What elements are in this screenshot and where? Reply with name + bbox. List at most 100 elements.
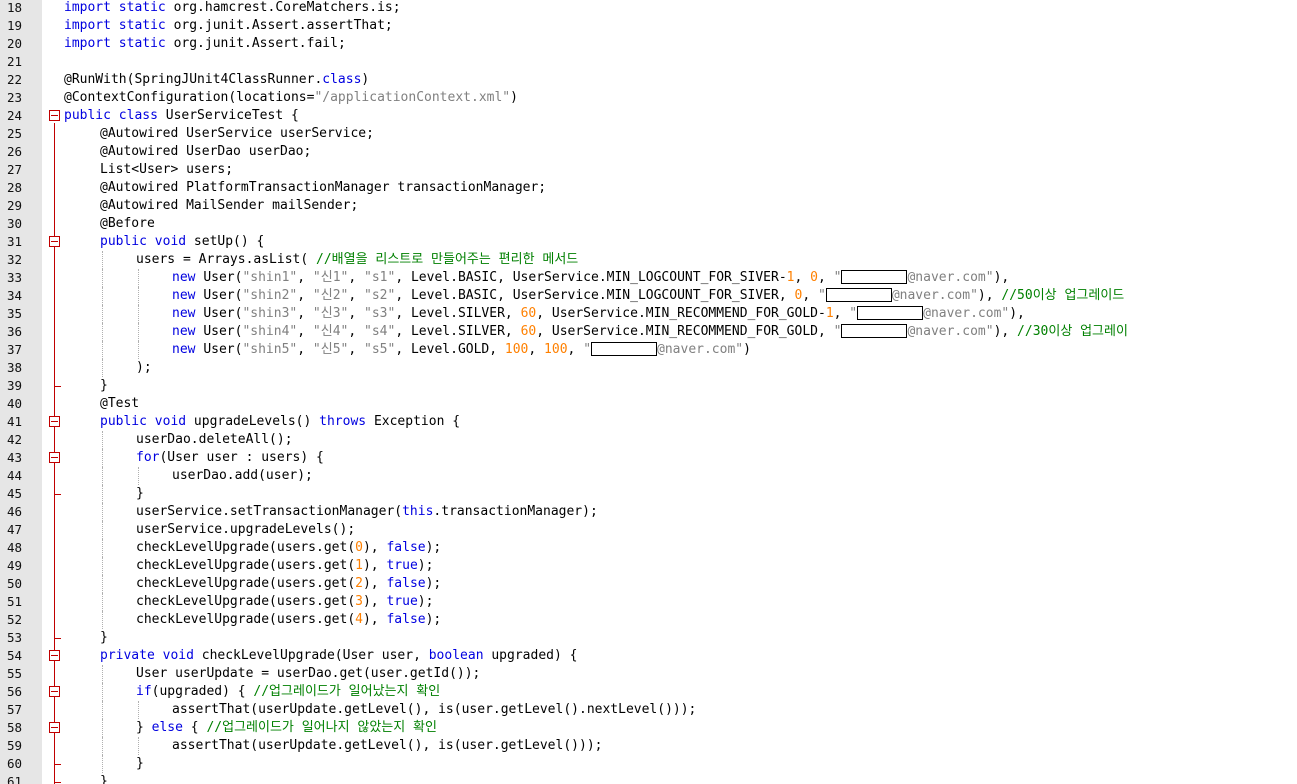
code-line[interactable]: 60} — [0, 755, 1297, 773]
code-line[interactable]: 59 assertThat(userUpdate.getLevel(), is(u… — [0, 737, 1297, 755]
code-token: setUp() { — [193, 234, 265, 249]
indent-guide — [102, 269, 103, 287]
fold-toggle-icon[interactable] — [49, 650, 60, 661]
fold-toggle-icon[interactable] — [49, 236, 60, 247]
redacted-box — [591, 342, 658, 356]
code-line[interactable]: 46 userService.setTransactionManager(this… — [0, 503, 1297, 521]
code-token: User( — [203, 306, 243, 321]
code-token: 2 — [355, 576, 363, 591]
code-line[interactable]: 31 public void setUp() { — [0, 233, 1297, 251]
code-line[interactable]: 37 new User("shin5", "신5", "s5", Level.GO… — [0, 341, 1297, 359]
code-token: checkLevelUpgrade(users.get( — [136, 576, 356, 591]
line-number: 21 — [6, 54, 22, 69]
code-line[interactable]: 23 @ContextConfiguration(locations="/appl… — [0, 89, 1297, 107]
code-token: "/applicationContext.xml" — [314, 90, 511, 105]
code-editor[interactable]: 18 import static org.hamcrest.CoreMatcher… — [0, 0, 1297, 784]
code-line[interactable]: 21 — [0, 53, 1297, 71]
code-line[interactable]: 49 checkLevelUpgrade(users.get(1), true); — [0, 557, 1297, 575]
code-line[interactable]: 24 public class UserServiceTest { — [0, 107, 1297, 125]
code-line[interactable]: 27 List<User> users; — [0, 161, 1297, 179]
code-line[interactable]: 45} — [0, 485, 1297, 503]
indent-guide — [102, 719, 103, 737]
code-line[interactable]: 40 @Test — [0, 395, 1297, 413]
code-text: import static org.junit.Assert.assertTha… — [64, 17, 393, 35]
code-line[interactable]: 43 for(User user : users) { — [0, 449, 1297, 467]
code-line[interactable]: 54 private void checkLevelUpgrade(User us… — [0, 647, 1297, 665]
line-number: 24 — [6, 108, 22, 123]
code-line[interactable]: 32 users = Arrays.asList( //배열을 리스트로 만들어주… — [0, 251, 1297, 269]
code-line[interactable]: 44 userDao.add(user); — [0, 467, 1297, 485]
code-line[interactable]: 53} — [0, 629, 1297, 647]
code-token: @Test — [100, 396, 140, 411]
code-text: } — [136, 755, 144, 773]
code-token: , — [297, 342, 313, 357]
code-token: " — [849, 306, 858, 321]
indent-guide — [138, 737, 139, 755]
indent-guide — [102, 431, 103, 449]
code-token: .transactionManager); — [433, 504, 598, 519]
code-token: ), — [977, 288, 1002, 303]
fold-toggle-icon[interactable] — [49, 452, 60, 463]
code-line[interactable]: 47 userService.upgradeLevels(); — [0, 521, 1297, 539]
code-token: @Autowired UserService userService; — [100, 126, 374, 141]
code-line[interactable]: 58} else { //업그레이드가 일어나지 않았는지 확인 — [0, 719, 1297, 737]
code-token: "신1" — [312, 270, 349, 285]
code-token: "신5" — [312, 342, 349, 357]
code-token: //업그레이드가 일어났는지 확인 — [253, 684, 441, 699]
code-token: User( — [203, 324, 243, 339]
code-token: new — [172, 270, 204, 285]
code-text: checkLevelUpgrade(users.get(1), true); — [136, 557, 433, 575]
code-text: new User("shin1", "신1", "s1", Level.BASI… — [172, 269, 1009, 287]
code-line[interactable]: 30 @Before — [0, 215, 1297, 233]
code-token: 60 — [520, 306, 537, 321]
redacted-box — [841, 270, 908, 284]
code-token: , Level.BASIC, UserService.MIN_LOGCOUNT_… — [395, 288, 795, 303]
code-line[interactable]: 41 public void upgradeLevels() throws Exc… — [0, 413, 1297, 431]
code-text: assertThat(userUpdate.getLevel(), is(use… — [172, 737, 602, 755]
code-line[interactable]: 34 new User("shin2", "신2", "s2", Level.BA… — [0, 287, 1297, 305]
line-number: 31 — [6, 234, 22, 249]
code-text: @Before — [100, 215, 155, 233]
code-token: //배열을 리스트로 만들어주는 편리한 메서드 — [316, 252, 579, 267]
indent-guide — [102, 449, 103, 467]
fold-end-marker — [54, 782, 61, 783]
code-token: ); — [136, 360, 152, 375]
code-line[interactable]: 50 checkLevelUpgrade(users.get(2), false)… — [0, 575, 1297, 593]
fold-toggle-icon[interactable] — [49, 722, 60, 733]
fold-toggle-icon[interactable] — [49, 686, 60, 697]
code-line[interactable]: 19 import static org.junit.Assert.assertT… — [0, 17, 1297, 35]
code-token: ) — [743, 342, 751, 357]
code-line[interactable]: 26 @Autowired UserDao userDao; — [0, 143, 1297, 161]
code-line[interactable]: 20 import static org.junit.Assert.fail; — [0, 35, 1297, 53]
code-token: , Level.GOLD, — [395, 342, 505, 357]
code-text: @Autowired UserDao userDao; — [100, 143, 311, 161]
code-line[interactable]: 38); — [0, 359, 1297, 377]
code-line[interactable]: 39} — [0, 377, 1297, 395]
code-line[interactable]: 36 new User("shin4", "신4", "s4", Level.SI… — [0, 323, 1297, 341]
code-line[interactable]: 22 @RunWith(SpringJUnit4ClassRunner.class… — [0, 71, 1297, 89]
code-line[interactable]: 33 new User("shin1", "신1", "s1", Level.BA… — [0, 269, 1297, 287]
code-line[interactable]: 55 User userUpdate = userDao.get(user.get… — [0, 665, 1297, 683]
code-text: } — [100, 377, 108, 395]
code-line[interactable]: 18 import static org.hamcrest.CoreMatcher… — [0, 0, 1297, 17]
code-token: @naver.com" — [891, 288, 978, 303]
code-line[interactable]: 56 if(upgraded) { //업그레이드가 일어났는지 확인 — [0, 683, 1297, 701]
code-line[interactable]: 29 @Autowired MailSender mailSender; — [0, 197, 1297, 215]
code-line[interactable]: 61} — [0, 773, 1297, 784]
line-number: 18 — [6, 0, 22, 15]
code-line[interactable]: 52 checkLevelUpgrade(users.get(4), false)… — [0, 611, 1297, 629]
fold-toggle-icon[interactable] — [49, 110, 60, 121]
fold-toggle-icon[interactable] — [49, 416, 60, 427]
code-line[interactable]: 35 new User("shin3", "신3", "s3", Level.SI… — [0, 305, 1297, 323]
code-line[interactable]: 57 assertThat(userUpdate.getLevel(), is(u… — [0, 701, 1297, 719]
code-line[interactable]: 42 userDao.deleteAll(); — [0, 431, 1297, 449]
code-token: true — [386, 558, 418, 573]
line-number: 48 — [6, 540, 22, 555]
code-token: } — [136, 756, 144, 771]
redacted-box — [857, 306, 924, 320]
code-line[interactable]: 28 @Autowired PlatformTransactionManager … — [0, 179, 1297, 197]
code-token: @naver.com" — [923, 306, 1010, 321]
code-line[interactable]: 48 checkLevelUpgrade(users.get(0), false)… — [0, 539, 1297, 557]
code-line[interactable]: 25 @Autowired UserService userService; — [0, 125, 1297, 143]
code-line[interactable]: 51 checkLevelUpgrade(users.get(3), true); — [0, 593, 1297, 611]
